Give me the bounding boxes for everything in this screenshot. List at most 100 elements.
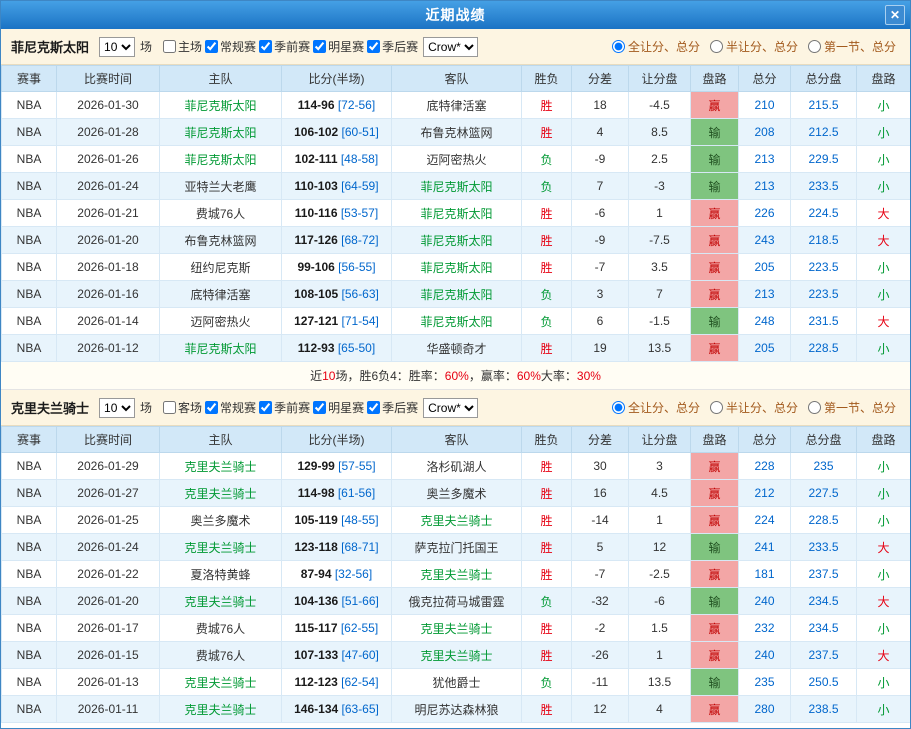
checkbox-input[interactable]	[313, 401, 326, 414]
checkbox-input[interactable]	[367, 40, 380, 53]
checkbox-input[interactable]	[163, 401, 176, 414]
checkbox-input[interactable]	[163, 40, 176, 53]
total-points-cell: 212	[739, 480, 791, 507]
filter-checkbox[interactable]: 季前赛	[259, 399, 310, 416]
handicap-result-cell: 赢	[691, 696, 739, 723]
half-score: [63-65]	[338, 702, 379, 716]
radio-input[interactable]	[710, 401, 723, 414]
point-diff-cell: 3	[572, 281, 629, 308]
handicap-line-cell: -6	[629, 588, 691, 615]
header-row: 赛事比赛时间主队比分(半场)客队胜负分差让分盘盘路总分总分盘盘路	[2, 427, 911, 453]
filter-checkbox[interactable]: 客场	[163, 399, 202, 416]
radio-input[interactable]	[808, 40, 821, 53]
match-row: NBA2026-01-29克里夫兰骑士129-99 [57-55]洛杉矶湖人胜3…	[2, 453, 911, 480]
radio-label: 半让分、总分	[726, 38, 798, 55]
win-loss-cell: 胜	[522, 335, 572, 362]
point-diff-cell: 12	[572, 696, 629, 723]
filter-radio-group: 全让分、总分半让分、总分 第一节、总分	[612, 399, 900, 416]
filter-checkbox[interactable]: 季后赛	[367, 399, 418, 416]
filter-radio[interactable]: 全让分、总分	[612, 399, 700, 416]
filter-checkbox[interactable]: 主场	[163, 38, 202, 55]
radio-input[interactable]	[612, 401, 625, 414]
match-row: NBA2026-01-24亚特兰大老鹰110-103 [64-59]菲尼克斯太阳…	[2, 173, 911, 200]
home-team-cell: 奥兰多魔术	[160, 507, 282, 534]
total-line-cell: 218.5	[791, 227, 857, 254]
over-under-cell: 小	[857, 254, 911, 281]
league-cell: NBA	[2, 308, 57, 335]
filter-radio[interactable]: 第一节、总分	[808, 399, 896, 416]
checkbox-input[interactable]	[205, 401, 218, 414]
home-team-cell: 纽约尼克斯	[160, 254, 282, 281]
full-score: 105-119	[294, 513, 337, 527]
full-score: 112-93	[298, 341, 335, 355]
games-count-select[interactable]: 10	[99, 398, 135, 418]
home-team-cell: 底特律活塞	[160, 281, 282, 308]
radio-input[interactable]	[710, 40, 723, 53]
filter-radio[interactable]: 半让分、总分	[710, 38, 798, 55]
match-date-cell: 2026-01-17	[57, 615, 160, 642]
filter-checkbox[interactable]: 季前赛	[259, 38, 310, 55]
radio-input[interactable]	[612, 40, 625, 53]
radio-label: 第一节、总分	[824, 399, 896, 416]
win-loss-cell: 胜	[522, 696, 572, 723]
checkbox-input[interactable]	[259, 401, 272, 414]
filter-checkbox[interactable]: 季后赛	[367, 38, 418, 55]
column-header: 盘路	[857, 66, 911, 92]
table-body: NBA2026-01-29克里夫兰骑士129-99 [57-55]洛杉矶湖人胜3…	[2, 453, 911, 723]
filter-checkbox[interactable]: 常规赛	[205, 399, 256, 416]
score-cell: 106-102 [60-51]	[282, 119, 392, 146]
match-row: NBA2026-01-13克里夫兰骑士112-123 [62-54]犹他爵士负-…	[2, 669, 911, 696]
total-line-cell: 227.5	[791, 480, 857, 507]
match-row: NBA2026-01-22夏洛特黄蜂87-94 [32-56]克里夫兰骑士胜-7…	[2, 561, 911, 588]
total-points-cell: 241	[739, 534, 791, 561]
filter-radio[interactable]: 第一节、总分	[808, 38, 896, 55]
score-cell: 123-118 [68-71]	[282, 534, 392, 561]
radio-input[interactable]	[808, 401, 821, 414]
total-points-cell: 280	[739, 696, 791, 723]
half-score: [57-55]	[335, 459, 376, 473]
score-cell: 146-134 [63-65]	[282, 696, 392, 723]
half-score: [32-56]	[332, 567, 373, 581]
home-team-cell: 菲尼克斯太阳	[160, 335, 282, 362]
over-under-cell: 小	[857, 507, 911, 534]
checkbox-label: 季前赛	[274, 38, 310, 55]
half-score: [61-56]	[335, 486, 376, 500]
match-row: NBA2026-01-20布鲁克林篮网117-126 [68-72]菲尼克斯太阳…	[2, 227, 911, 254]
column-header: 主队	[160, 427, 282, 453]
column-header: 让分盘	[629, 427, 691, 453]
away-team-cell: 奥兰多魔术	[392, 480, 522, 507]
filter-checkbox[interactable]: 明星赛	[313, 399, 364, 416]
over-under-cell: 大	[857, 588, 911, 615]
match-date-cell: 2026-01-30	[57, 92, 160, 119]
score-cell: 112-93 [65-50]	[282, 335, 392, 362]
league-cell: NBA	[2, 173, 57, 200]
filter-bar-suns: 菲尼克斯太阳 10 场 主场常规赛季前赛明星赛季后赛 Crow* 全让分、总分半…	[1, 29, 910, 65]
half-score: [48-58]	[338, 152, 379, 166]
score-cell: 99-106 [56-55]	[282, 254, 392, 281]
games-count-select[interactable]: 10	[99, 37, 135, 57]
league-cell: NBA	[2, 588, 57, 615]
match-date-cell: 2026-01-11	[57, 696, 160, 723]
close-button[interactable]: ✕	[885, 5, 905, 25]
filter-checkbox[interactable]: 常规赛	[205, 38, 256, 55]
column-header: 盘路	[857, 427, 911, 453]
match-row: NBA2026-01-24克里夫兰骑士123-118 [68-71]萨克拉门托国…	[2, 534, 911, 561]
cavaliers-results-table: 赛事比赛时间主队比分(半场)客队胜负分差让分盘盘路总分总分盘盘路 NBA2026…	[1, 426, 911, 723]
full-score: 127-121	[294, 314, 338, 328]
checkbox-input[interactable]	[205, 40, 218, 53]
filter-radio[interactable]: 全让分、总分	[612, 38, 700, 55]
games-suffix-label: 场	[140, 399, 152, 416]
checkbox-input[interactable]	[259, 40, 272, 53]
checkbox-input[interactable]	[367, 401, 380, 414]
point-diff-cell: 18	[572, 92, 629, 119]
full-score: 110-116	[295, 206, 338, 220]
total-points-cell: 226	[739, 200, 791, 227]
odds-company-select[interactable]: Crow*	[423, 398, 478, 418]
half-score: [56-63]	[338, 287, 379, 301]
filter-checkbox[interactable]: 明星赛	[313, 38, 364, 55]
handicap-result-cell: 赢	[691, 453, 739, 480]
odds-company-select[interactable]: Crow*	[423, 37, 478, 57]
over-under-cell: 大	[857, 308, 911, 335]
filter-radio[interactable]: 半让分、总分	[710, 399, 798, 416]
checkbox-input[interactable]	[313, 40, 326, 53]
